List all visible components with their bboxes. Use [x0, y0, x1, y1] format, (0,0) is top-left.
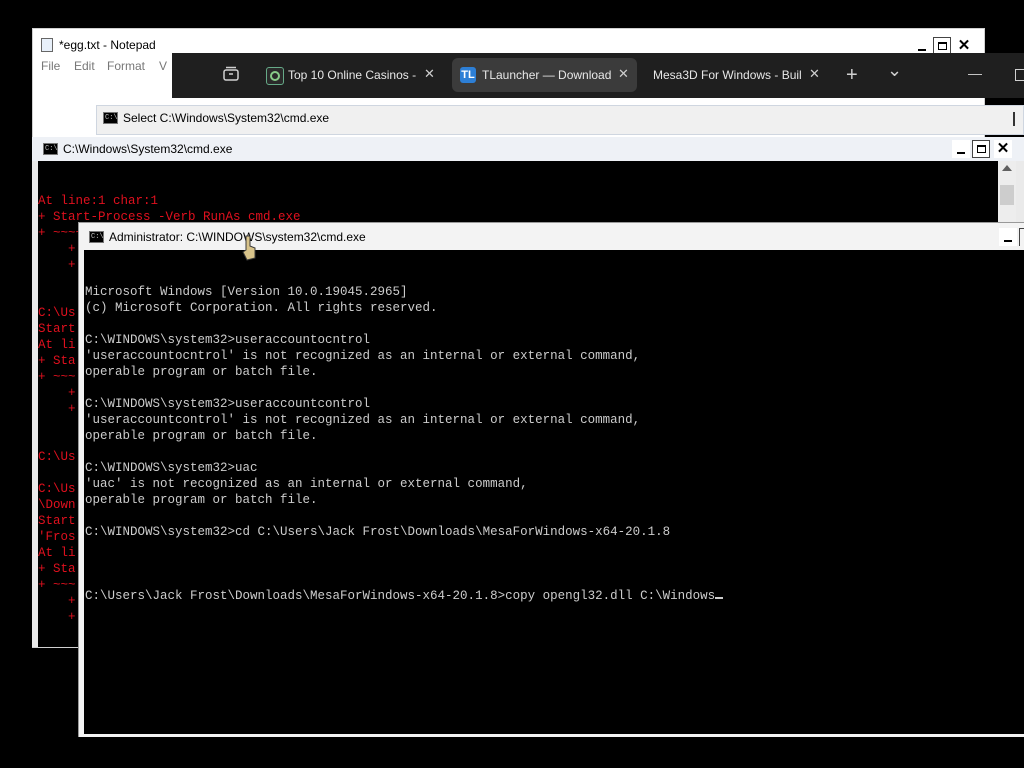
terminal-line: (c) Microsoft Corporation. All rights re… — [85, 301, 438, 315]
cmd-red-minimize-button[interactable] — [952, 140, 970, 158]
menu-edit[interactable]: Edit — [74, 59, 95, 73]
tab-tlauncher[interactable]: TL TLauncher — Download I ✕ — [452, 58, 637, 92]
browser-tabstrip: Top 10 Online Casinos - I ✕ TL TLauncher… — [172, 53, 1024, 98]
notepad-title: *egg.txt - Notepad — [59, 38, 156, 52]
close-icon: ✕ — [996, 140, 1010, 157]
terminal-line: C:\WINDOWS\system32>useraccountcontrol — [85, 397, 371, 411]
cmd-admin-lines: Microsoft Windows [Version 10.0.19045.29… — [85, 284, 1024, 556]
terminal-line: 'useraccountcontrol' is not recognized a… — [85, 413, 641, 427]
minimize-icon — [918, 49, 926, 51]
minimize-icon — [957, 152, 965, 154]
scrollbar-thumb[interactable] — [1000, 185, 1014, 205]
terminal-line: C:\WINDOWS\system32>cd C:\Users\Jack Fro… — [85, 525, 671, 539]
cmd-icon: C:\ — [103, 112, 118, 124]
terminal-line: operable program or batch file. — [85, 493, 318, 507]
cmd-admin-titlebar[interactable]: C:\ Administrator: C:\WINDOWS\system32\c… — [79, 223, 1024, 250]
tlauncher-favicon-icon: TL — [460, 67, 476, 83]
cmd-admin-maximize-button[interactable] — [1019, 228, 1024, 246]
tab-list-button[interactable]: ⌄ — [887, 60, 902, 81]
cmd-red-close-button[interactable]: ✕ — [994, 140, 1012, 158]
maximize-icon — [976, 145, 986, 153]
terminal-line: C:\WINDOWS\system32>useraccountocntrol — [85, 333, 371, 347]
maximize-icon — [937, 42, 947, 50]
text-cursor — [715, 597, 724, 599]
cmd-red-maximize-button[interactable] — [972, 140, 990, 158]
cmd-red-title: C:\Windows\System32\cmd.exe — [63, 142, 233, 156]
cmd-icon: C:\ — [89, 231, 104, 243]
minimize-icon — [1004, 240, 1012, 242]
cmd-admin-output[interactable]: Microsoft Windows [Version 10.0.19045.29… — [84, 250, 1024, 734]
tab-actions-icon — [223, 66, 239, 81]
cmd-admin-window[interactable]: C:\ Administrator: C:\WINDOWS\system32\c… — [78, 222, 1024, 737]
casino-favicon-icon — [266, 67, 284, 85]
terminal-line: C:\WINDOWS\system32>uac — [85, 461, 258, 475]
menu-file[interactable]: File — [41, 59, 60, 73]
cmd-admin-current-line[interactable]: C:\Users\Jack Frost\Downloads\MesaForWin… — [85, 588, 1024, 604]
browser-minimize-button[interactable]: — — [968, 65, 982, 81]
tab-label: TLauncher — Download I — [482, 68, 612, 82]
tab-casinos[interactable]: Top 10 Online Casinos - I ✕ — [258, 58, 436, 92]
cmd-admin-title: Administrator: C:\WINDOWS\system32\cmd.e… — [109, 230, 366, 244]
close-icon: ✕ — [957, 37, 971, 54]
cmd-select-titlebar[interactable]: C:\ Select C:\Windows\System32\cmd.exe — [97, 106, 1023, 130]
menu-format[interactable]: Format — [107, 59, 145, 73]
cmd-icon: C:\ — [43, 143, 58, 155]
tab-mesa3d[interactable]: Mesa3D For Windows - Build ✕ — [644, 58, 829, 92]
cmd-red-titlebar[interactable]: C:\ C:\Windows\System32\cmd.exe ✕ — [32, 137, 1024, 161]
tab-actions-button[interactable] — [222, 65, 240, 88]
cmd-select-window[interactable]: C:\ Select C:\Windows\System32\cmd.exe — [96, 105, 1024, 135]
terminal-line: 'uac' is not recognized as an internal o… — [85, 477, 528, 491]
tab-close-icon[interactable]: ✕ — [424, 66, 435, 82]
tab-close-icon[interactable]: ✕ — [618, 66, 629, 82]
terminal-line: operable program or batch file. — [85, 429, 318, 443]
cmd-admin-minimize-button[interactable] — [999, 228, 1017, 246]
tab-close-icon[interactable]: ✕ — [809, 66, 820, 82]
terminal-line: Microsoft Windows [Version 10.0.19045.29… — [85, 285, 408, 299]
browser-maximize-button[interactable] — [1015, 69, 1024, 81]
cmd-select-edge-button[interactable] — [1013, 112, 1015, 126]
new-tab-button[interactable]: + — [846, 64, 858, 87]
menu-view[interactable]: V — [159, 59, 167, 73]
terminal-line: 'useraccountocntrol' is not recognized a… — [85, 349, 641, 363]
current-command: C:\Users\Jack Frost\Downloads\MesaForWin… — [85, 589, 716, 603]
mouse-pointer-icon — [242, 235, 256, 261]
cmd-select-title: Select C:\Windows\System32\cmd.exe — [123, 111, 330, 125]
notepad-icon — [41, 38, 53, 52]
terminal-line: operable program or batch file. — [85, 365, 318, 379]
tab-label: Top 10 Online Casinos - I — [288, 68, 418, 82]
scroll-up-icon[interactable] — [1002, 165, 1012, 171]
tab-label: Mesa3D For Windows - Build — [653, 68, 801, 82]
terminal-line: At line:1 char:1 — [38, 194, 159, 208]
